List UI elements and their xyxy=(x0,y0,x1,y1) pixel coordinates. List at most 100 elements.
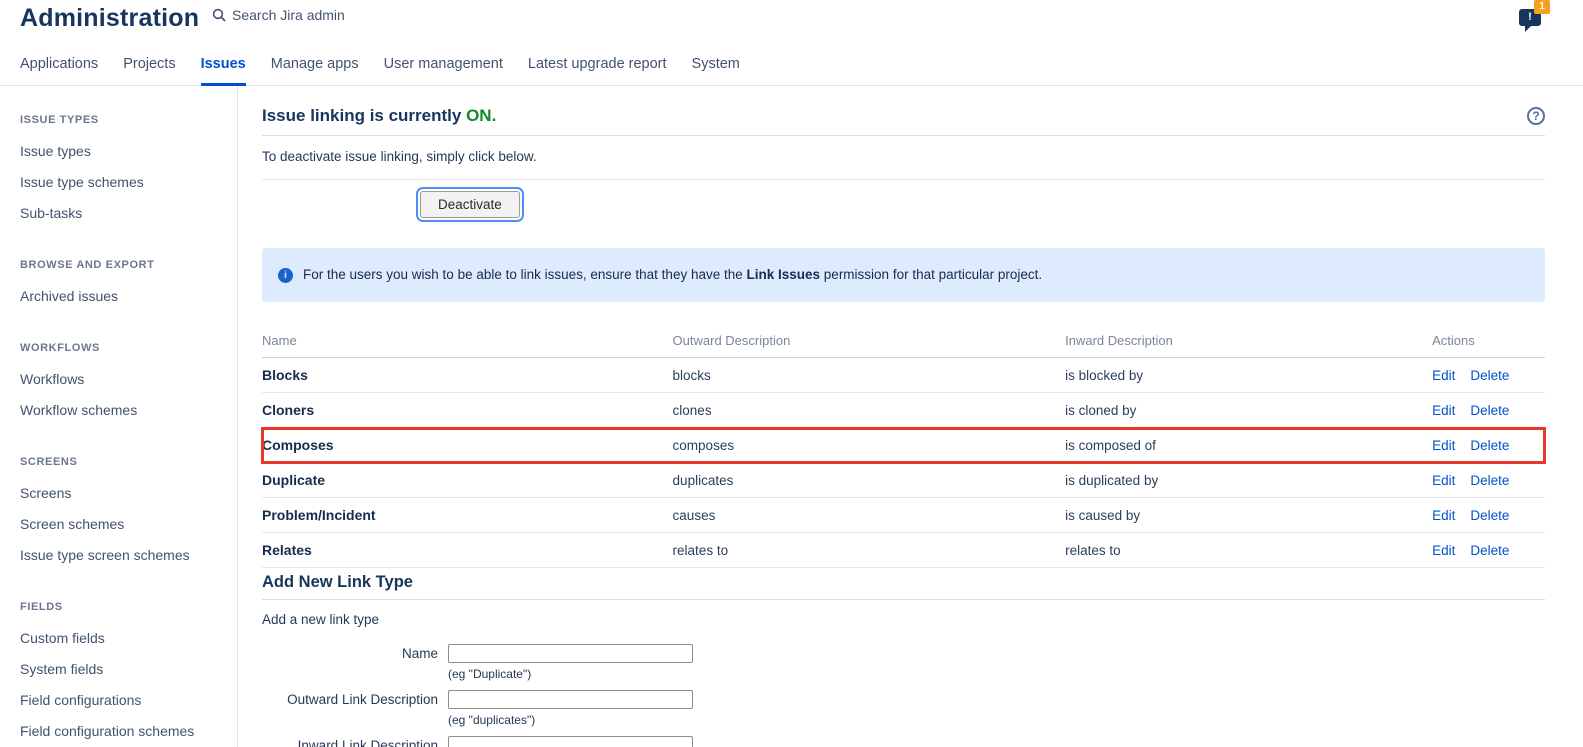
tab-issues[interactable]: Issues xyxy=(201,56,246,72)
tab-system[interactable]: System xyxy=(692,56,740,72)
sidebar-section: WORKFLOWS WorkflowsWorkflow schemes xyxy=(20,342,227,425)
link-type-outward: causes xyxy=(673,508,1066,523)
sidebar-section: FIELDS Custom fieldsSystem fieldsField c… xyxy=(20,601,227,747)
sidebar-item-archived-issues[interactable]: Archived issues xyxy=(20,280,227,311)
form-row: Inward Link Description (eg "is duplicat… xyxy=(262,736,1545,747)
sidebar: ISSUE TYPES Issue typesIssue type scheme… xyxy=(0,86,238,747)
add-link-type-heading: Add New Link Type xyxy=(262,573,1545,600)
sidebar-item-field-configurations[interactable]: Field configurations xyxy=(20,684,227,715)
tab-applications[interactable]: Applications xyxy=(20,56,98,72)
edit-link[interactable]: Edit xyxy=(1432,543,1455,558)
main-content: Issue linking is currently ON. ? To deac… xyxy=(238,86,1583,747)
sidebar-section-title: FIELDS xyxy=(20,601,227,613)
link-type-row: Blocks blocks is blocked by Edit Delete xyxy=(262,358,1545,393)
sidebar-item-screen-schemes[interactable]: Screen schemes xyxy=(20,508,227,539)
link-type-row: Problem/Incident causes is caused by Edi… xyxy=(262,498,1545,533)
status-heading-text: Issue linking is currently xyxy=(262,106,466,125)
tab-latest-upgrade-report[interactable]: Latest upgrade report xyxy=(528,56,667,72)
sidebar-item-workflows[interactable]: Workflows xyxy=(20,363,227,394)
form-row: Outward Link Description (eg "duplicates… xyxy=(262,690,1545,727)
link-type-outward: composes xyxy=(673,438,1066,453)
info-icon: i xyxy=(278,268,293,283)
link-type-outward: clones xyxy=(673,403,1066,418)
feedback-bubble-tail xyxy=(1525,26,1531,32)
sidebar-section-title: WORKFLOWS xyxy=(20,342,227,354)
sidebar-item-sub-tasks[interactable]: Sub-tasks xyxy=(20,197,227,228)
delete-link[interactable]: Delete xyxy=(1470,508,1509,523)
sidebar-section-title: BROWSE AND EXPORT xyxy=(20,259,227,271)
link-type-inward: is caused by xyxy=(1065,508,1432,523)
table-header-row: Name Outward Description Inward Descript… xyxy=(262,325,1545,358)
link-type-name: Cloners xyxy=(262,393,673,427)
form-label: Outward Link Description xyxy=(262,690,448,727)
name-field[interactable] xyxy=(448,644,693,663)
add-link-type-subtext: Add a new link type xyxy=(262,612,1545,627)
delete-link[interactable]: Delete xyxy=(1470,403,1509,418)
divider xyxy=(262,179,1545,180)
info-banner-text: For the users you wish to be able to lin… xyxy=(303,267,1042,282)
status-heading-row: Issue linking is currently ON. ? xyxy=(262,106,1545,136)
inward-link-description-field[interactable] xyxy=(448,736,693,747)
tab-projects[interactable]: Projects xyxy=(123,56,175,72)
form-label: Name xyxy=(262,644,448,681)
sidebar-item-system-fields[interactable]: System fields xyxy=(20,653,227,684)
sidebar-item-issue-types[interactable]: Issue types xyxy=(20,135,227,166)
edit-link[interactable]: Edit xyxy=(1432,403,1455,418)
link-type-inward: is cloned by xyxy=(1065,403,1432,418)
deactivate-hint-text: To deactivate issue linking, simply clic… xyxy=(262,149,1545,164)
edit-link[interactable]: Edit xyxy=(1432,473,1455,488)
edit-link[interactable]: Edit xyxy=(1432,438,1455,453)
link-type-row: Duplicate duplicates is duplicated by Ed… xyxy=(262,463,1545,498)
page-title: Administration xyxy=(20,4,199,33)
delete-link[interactable]: Delete xyxy=(1470,543,1509,558)
sidebar-section: BROWSE AND EXPORT Archived issues xyxy=(20,259,227,311)
sidebar-section-title: ISSUE TYPES xyxy=(20,114,227,126)
edit-link[interactable]: Edit xyxy=(1432,508,1455,523)
link-type-inward: is duplicated by xyxy=(1065,473,1432,488)
info-banner: i For the users you wish to be able to l… xyxy=(262,248,1545,302)
delete-link[interactable]: Delete xyxy=(1470,473,1509,488)
sidebar-section: ISSUE TYPES Issue typesIssue type scheme… xyxy=(20,114,227,228)
admin-nav: Applications Projects Issues Manage apps Use… xyxy=(0,42,1583,86)
sidebar-item-screens[interactable]: Screens xyxy=(20,477,227,508)
info-text-bold: Link Issues xyxy=(747,267,821,282)
sidebar-item-issue-type-screen-schemes[interactable]: Issue type screen schemes xyxy=(20,539,227,570)
link-type-inward: relates to xyxy=(1065,543,1432,558)
link-type-outward: relates to xyxy=(673,543,1066,558)
deactivate-button-row: Deactivate xyxy=(262,191,1545,218)
tab-manage-apps[interactable]: Manage apps xyxy=(271,56,359,72)
deactivate-button[interactable]: Deactivate xyxy=(420,191,520,218)
sidebar-item-field-configuration-schemes[interactable]: Field configuration schemes xyxy=(20,715,227,746)
link-type-name: Duplicate xyxy=(262,463,673,497)
delete-link[interactable]: Delete xyxy=(1470,368,1509,383)
admin-search-input[interactable]: Search Jira admin xyxy=(212,7,345,23)
sidebar-item-custom-fields[interactable]: Custom fields xyxy=(20,622,227,653)
link-type-inward: is blocked by xyxy=(1065,368,1432,383)
column-header-actions: Actions xyxy=(1432,325,1545,357)
delete-link[interactable]: Delete xyxy=(1470,438,1509,453)
notification-badge: 1 xyxy=(1534,0,1550,14)
link-type-row: Cloners clones is cloned by Edit Delete xyxy=(262,393,1545,428)
link-types-table: Name Outward Description Inward Descript… xyxy=(262,325,1545,568)
edit-link[interactable]: Edit xyxy=(1432,368,1455,383)
form-hint: (eg "Duplicate") xyxy=(448,667,693,681)
form-row: Name (eg "Duplicate") xyxy=(262,644,1545,681)
link-type-name: Relates xyxy=(262,533,673,567)
link-type-name: Problem/Incident xyxy=(262,498,673,532)
link-type-row: Composes composes is composed of Edit De… xyxy=(262,428,1545,463)
sidebar-item-workflow-schemes[interactable]: Workflow schemes xyxy=(20,394,227,425)
help-icon[interactable]: ? xyxy=(1527,107,1545,125)
link-type-inward: is composed of xyxy=(1065,438,1432,453)
sidebar-item-issue-type-schemes[interactable]: Issue type schemes xyxy=(20,166,227,197)
search-icon xyxy=(212,8,226,22)
link-type-name: Composes xyxy=(262,428,673,462)
column-header-outward: Outward Description xyxy=(673,325,1066,357)
info-text-before: For the users you wish to be able to lin… xyxy=(303,267,747,282)
app-header: Administration Search Jira admin ! 1 xyxy=(0,0,1583,42)
feedback-icon[interactable]: ! 1 xyxy=(1519,9,1541,26)
link-type-outward: duplicates xyxy=(673,473,1066,488)
outward-link-description-field[interactable] xyxy=(448,690,693,709)
form-label: Inward Link Description xyxy=(262,736,448,747)
info-text-after: permission for that particular project. xyxy=(820,267,1042,282)
tab-user-management[interactable]: User management xyxy=(384,56,503,72)
